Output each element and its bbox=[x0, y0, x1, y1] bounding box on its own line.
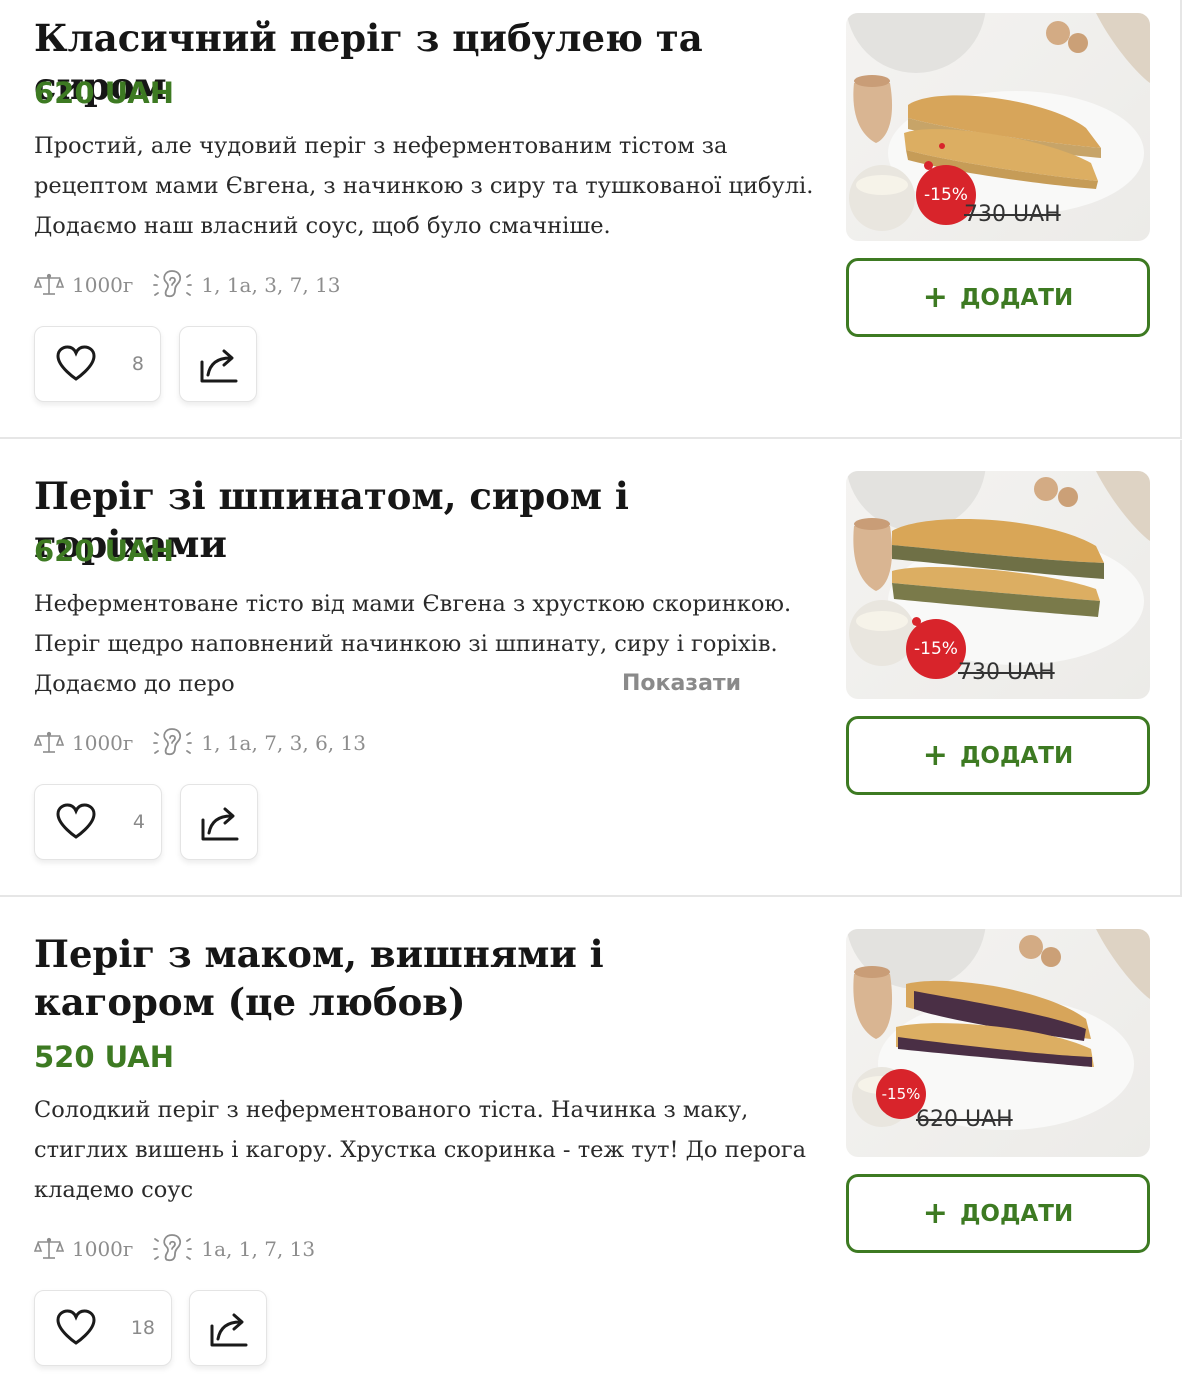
heart-icon bbox=[55, 803, 97, 845]
old-price: 730 UAH bbox=[964, 202, 1061, 227]
allergen-ear-icon[interactable] bbox=[153, 725, 193, 761]
product-card: Періг зі шпинатом, сиром і горіхами 620 … bbox=[0, 438, 1182, 896]
product-description: Солодкий періг з неферментованого тіста.… bbox=[34, 1097, 807, 1203]
scale-icon bbox=[34, 1237, 64, 1261]
product-image: -15% 620 UAH bbox=[846, 929, 1150, 1157]
share-icon bbox=[199, 344, 241, 388]
product-weight: 1000г bbox=[72, 273, 134, 297]
plus-icon: + bbox=[922, 279, 948, 315]
like-count: 18 bbox=[130, 1317, 155, 1339]
share-icon bbox=[200, 802, 242, 846]
scale-icon bbox=[34, 273, 64, 297]
like-count: 4 bbox=[132, 811, 145, 833]
plus-icon: + bbox=[922, 737, 948, 773]
add-to-cart-button[interactable]: + ДОДАТИ bbox=[846, 716, 1150, 795]
product-image: -15% 730 UAH bbox=[846, 471, 1150, 699]
product-card: Періг з маком, вишнями і кагором (це люб… bbox=[0, 896, 1182, 1384]
like-count: 8 bbox=[131, 353, 144, 375]
allergen-ear-icon[interactable] bbox=[153, 267, 193, 303]
product-image: -15% 730 UAH bbox=[846, 13, 1150, 241]
old-price: 730 UAH bbox=[958, 660, 1055, 685]
product-weight: 1000г bbox=[72, 731, 134, 755]
share-button[interactable] bbox=[180, 784, 258, 860]
share-button[interactable] bbox=[179, 326, 257, 402]
product-weight: 1000г bbox=[72, 1237, 134, 1261]
product-meta: 1000г 1, 1а, 3, 7, 13 bbox=[34, 267, 341, 303]
add-button-label: ДОДАТИ bbox=[959, 742, 1074, 769]
product-meta: 1000г 1а, 1, 7, 13 bbox=[34, 1231, 315, 1267]
like-button[interactable]: 8 bbox=[34, 326, 161, 402]
discount-badge: -15% bbox=[906, 619, 966, 679]
add-to-cart-button[interactable]: + ДОДАТИ bbox=[846, 1174, 1150, 1253]
heart-icon bbox=[55, 345, 97, 387]
product-allergens: 1а, 1, 7, 13 bbox=[201, 1237, 316, 1261]
product-description: Простий, але чудовий періг з неферментов… bbox=[34, 133, 814, 239]
allergen-ear-icon[interactable] bbox=[153, 1231, 193, 1267]
share-button[interactable] bbox=[189, 1290, 267, 1366]
old-price: 620 UAH bbox=[916, 1107, 1013, 1132]
heart-icon bbox=[55, 1309, 97, 1351]
product-price: 520 UAH bbox=[34, 1040, 175, 1074]
add-to-cart-button[interactable]: + ДОДАТИ bbox=[846, 258, 1150, 337]
product-price: 620 UAH bbox=[34, 76, 175, 110]
plus-icon: + bbox=[922, 1195, 948, 1231]
product-description-wrap: Неферментоване тісто від мами Євгена з х… bbox=[34, 584, 824, 704]
product-allergens: 1, 1а, 7, 3, 6, 13 bbox=[201, 731, 366, 755]
share-icon bbox=[209, 1308, 251, 1352]
like-button[interactable]: 18 bbox=[34, 1290, 172, 1366]
like-button[interactable]: 4 bbox=[34, 784, 162, 860]
product-card: Класичний періг з цибулею та сиром 620 U… bbox=[0, 0, 1182, 438]
scale-icon bbox=[34, 731, 64, 755]
add-button-label: ДОДАТИ bbox=[959, 284, 1074, 311]
show-more-link[interactable]: Показати більше bbox=[620, 664, 824, 704]
product-title: Періг з маком, вишнями і кагором (це люб… bbox=[34, 932, 604, 1024]
product-meta: 1000г 1, 1а, 7, 3, 6, 13 bbox=[34, 725, 366, 761]
product-allergens: 1, 1а, 3, 7, 13 bbox=[201, 273, 341, 297]
add-button-label: ДОДАТИ bbox=[959, 1200, 1074, 1227]
description-fade bbox=[544, 664, 624, 704]
product-price: 620 UAH bbox=[34, 534, 175, 568]
